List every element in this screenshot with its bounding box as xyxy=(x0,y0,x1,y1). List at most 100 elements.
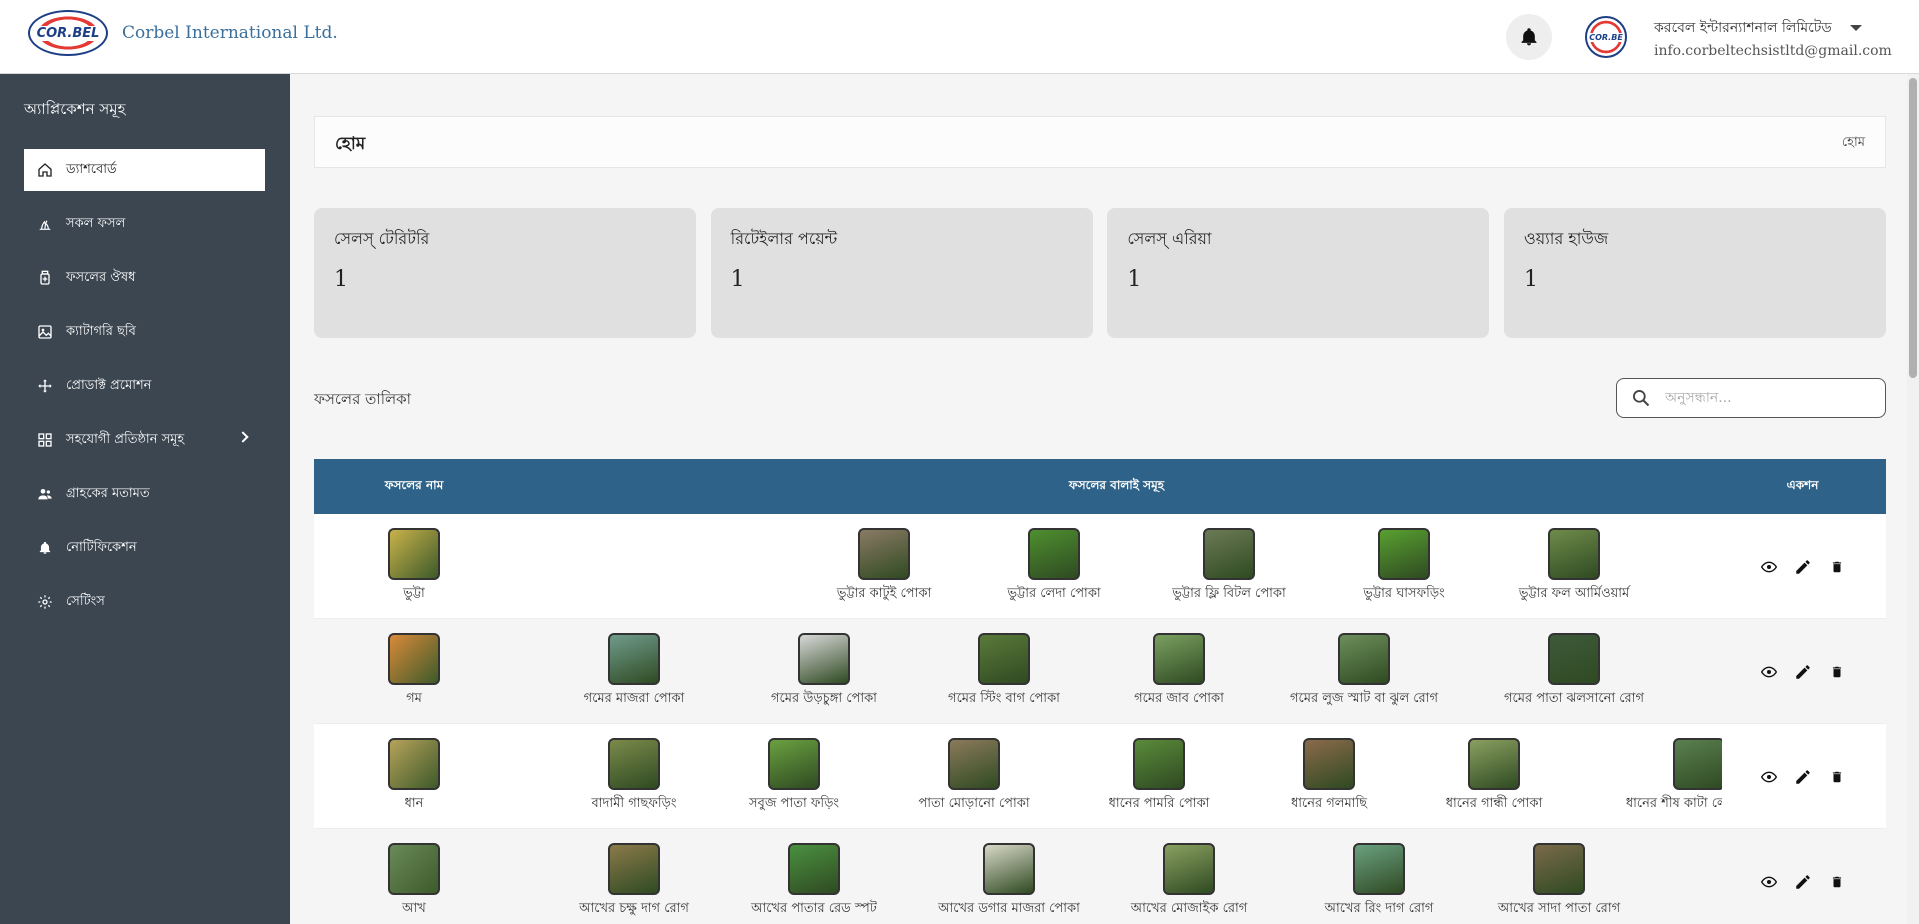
pest-item[interactable]: আখের পাতার রেড স্পট xyxy=(709,843,919,920)
pest-item[interactable]: গমের উড়চুঙ্গা পোকা xyxy=(719,633,929,710)
page-title: হোম xyxy=(335,134,366,154)
pest-item[interactable]: ধানের গান্ধী পোকা xyxy=(1389,738,1599,815)
pest-image xyxy=(608,738,660,790)
medicine-icon xyxy=(36,269,54,287)
pest-name: গমের মাজরা পোকা xyxy=(583,691,685,706)
pest-name: গমের লুজ স্মাট বা ঝুল রোগ xyxy=(1290,691,1438,706)
stat-card-sales-territory[interactable]: সেলস্ টেরিটরি 1 xyxy=(314,208,696,338)
pest-name: গমের পাতা ঝলসানো রোগ xyxy=(1504,691,1644,706)
view-icon[interactable] xyxy=(1759,872,1779,892)
pest-item[interactable]: আখের রিং দাগ রোগ xyxy=(1274,843,1484,920)
pest-item[interactable]: গমের লুজ স্মাট বা ঝুল রোগ xyxy=(1259,633,1469,710)
bell-icon xyxy=(1521,28,1537,46)
delete-icon[interactable] xyxy=(1827,767,1847,787)
stat-card-warehouse[interactable]: ওয়্যার হাউজ 1 xyxy=(1503,208,1886,338)
search-box[interactable] xyxy=(1616,378,1886,418)
pest-item[interactable]: আখের চক্ষু দাগ রোগ xyxy=(529,843,739,920)
pest-item[interactable]: আখে xyxy=(1659,843,1722,920)
brand[interactable]: COR.BEL Corbel International Ltd. xyxy=(28,10,338,56)
stat-card-retailer-point[interactable]: রিটেইলার পয়েন্ট 1 xyxy=(710,208,1093,338)
pest-image xyxy=(768,738,820,790)
edit-icon[interactable] xyxy=(1793,662,1813,682)
sidebar-item-dashboard[interactable]: ড্যাশবোর্ড xyxy=(24,149,265,191)
edit-icon[interactable] xyxy=(1793,872,1813,892)
crop-image[interactable] xyxy=(388,633,440,685)
pest-image xyxy=(983,843,1035,895)
sidebar-item-product-promotion[interactable]: প্রোডাক্ট প্রমোশন xyxy=(24,365,265,407)
sidebar-item-settings[interactable]: সেটিংস xyxy=(24,581,265,623)
chevron-down-icon[interactable] xyxy=(1849,25,1862,31)
company-logo: COR.BEL xyxy=(28,10,108,56)
pest-image xyxy=(608,843,660,895)
crop-image[interactable] xyxy=(388,843,440,895)
pest-image xyxy=(1153,633,1205,685)
pest-name: ভুট্টার ফল আর্মিওয়ার্ম xyxy=(1518,586,1630,601)
pest-image xyxy=(1203,528,1255,580)
crop-name: ভুট্টা xyxy=(403,586,425,601)
stat-label: সেলস্ টেরিটরি xyxy=(334,229,430,248)
chevron-right-icon[interactable] xyxy=(237,431,249,443)
pest-item[interactable]: গমের মাজরা পোকা xyxy=(529,633,739,710)
pest-name: গমের স্টিং বাগ পোকা xyxy=(948,691,1060,706)
pest-item[interactable]: আখের ডগার মাজরা পোকা xyxy=(904,843,1114,920)
pest-list: বাদামী গাছফড়িং সবুজ পাতা ফড়িং পাতা মোড়া… xyxy=(514,738,1722,818)
sidebar-item-partners[interactable]: সহযোগী প্রতিষ্ঠান সমূহ xyxy=(24,419,265,461)
action-cell xyxy=(1719,829,1886,924)
sidebar-item-label: ক্যাটাগরি ছবি xyxy=(66,323,136,339)
search-input[interactable] xyxy=(1665,390,1865,406)
sidebar-item-label: সেটিংস xyxy=(66,593,105,609)
user-name: করবেল ইন্টারন্যাশনাল লিমিটেড xyxy=(1654,20,1832,36)
sidebar: অ্যাপ্লিকেশন সমূহ ড্যাশবোর্ড সকল ফসল ফসল… xyxy=(0,74,290,924)
user-menu[interactable]: করবেল ইন্টারন্যাশনাল লিমিটেড info.corbel… xyxy=(1654,16,1892,59)
sidebar-item-customer-feedback[interactable]: গ্রাহকের মতামত xyxy=(24,473,265,515)
pest-item[interactable]: ভুট্টার ফল আর্মিওয়ার্ম xyxy=(1469,528,1679,605)
delete-icon[interactable] xyxy=(1827,872,1847,892)
pest-image xyxy=(1338,633,1390,685)
crop-image[interactable] xyxy=(388,738,440,790)
stat-label: সেলস্ এরিয়া xyxy=(1127,229,1212,248)
edit-icon[interactable] xyxy=(1793,767,1813,787)
pest-list: আখের চক্ষু দাগ রোগ আখের পাতার রেড স্পট আখে… xyxy=(514,843,1722,923)
delete-icon[interactable] xyxy=(1827,557,1847,577)
grid-icon xyxy=(36,431,54,449)
crop-name: গম xyxy=(406,691,422,706)
table-header: ফসলের নাম ফসলের বালাই সমূহ একশন xyxy=(314,459,1886,514)
stat-value: 1 xyxy=(1127,267,1142,292)
view-icon[interactable] xyxy=(1759,767,1779,787)
view-icon[interactable] xyxy=(1759,557,1779,577)
user-avatar[interactable]: COR.BE xyxy=(1585,16,1627,58)
pest-image xyxy=(858,528,910,580)
breadcrumb[interactable]: হোম xyxy=(1842,133,1865,154)
crop-image[interactable] xyxy=(388,528,440,580)
pest-item[interactable]: পাতা মোড়ানো পোকা xyxy=(869,738,1079,815)
scrollbar-thumb[interactable] xyxy=(1909,78,1917,378)
stat-card-sales-area[interactable]: সেলস্ এরিয়া 1 xyxy=(1107,208,1490,338)
pest-item[interactable]: গমের পা xyxy=(1644,633,1722,710)
edit-icon[interactable] xyxy=(1793,557,1813,577)
crop-name: ধান xyxy=(404,796,424,811)
pest-item[interactable]: গমের জাব পোকা xyxy=(1074,633,1284,710)
pest-item[interactable]: সবুজ পাতা ফড়িং xyxy=(689,738,899,815)
pest-item[interactable]: ধানের শীষ কাটা লেদা পোকা xyxy=(1594,738,1722,815)
view-icon[interactable] xyxy=(1759,662,1779,682)
pest-item[interactable]: আখের সাদা পাতা রোগ xyxy=(1454,843,1664,920)
page-scrollbar[interactable] xyxy=(1907,74,1919,924)
crop-name: আখ xyxy=(402,901,426,916)
pest-name: ধানের পামরি পোকা xyxy=(1108,796,1210,811)
notification-button[interactable] xyxy=(1506,14,1552,60)
pest-name: ভুট্টার কাটুই পোকা xyxy=(836,586,932,601)
sidebar-item-label: ড্যাশবোর্ড xyxy=(66,161,117,177)
sidebar-item-crop-medicine[interactable]: ফসলের ঔষধ xyxy=(24,257,265,299)
sidebar-item-notification[interactable]: নোটিফিকেশন xyxy=(24,527,265,569)
pest-name: আখের চক্ষু দাগ রোগ xyxy=(579,901,689,916)
logo-text: COR.BEL xyxy=(34,25,102,41)
table-row: ধান বাদামী গাছফড়িং সবুজ পাতা ফড়িং পাতা মো… xyxy=(314,724,1886,829)
delete-icon[interactable] xyxy=(1827,662,1847,682)
pest-image xyxy=(978,633,1030,685)
table-row: গম গমের মাজরা পোকা গমের উড়চুঙ্গা পোকা গমের… xyxy=(314,619,1886,724)
pest-item[interactable]: আখের মোজাইক রোগ xyxy=(1084,843,1294,920)
pest-name: ভুট্টার ফ্লি বিটল পোকা xyxy=(1172,586,1286,601)
sidebar-item-category-images[interactable]: ক্যাটাগরি ছবি xyxy=(24,311,265,353)
sidebar-item-all-crops[interactable]: সকল ফসল xyxy=(24,203,265,245)
crop-icon xyxy=(36,215,54,233)
